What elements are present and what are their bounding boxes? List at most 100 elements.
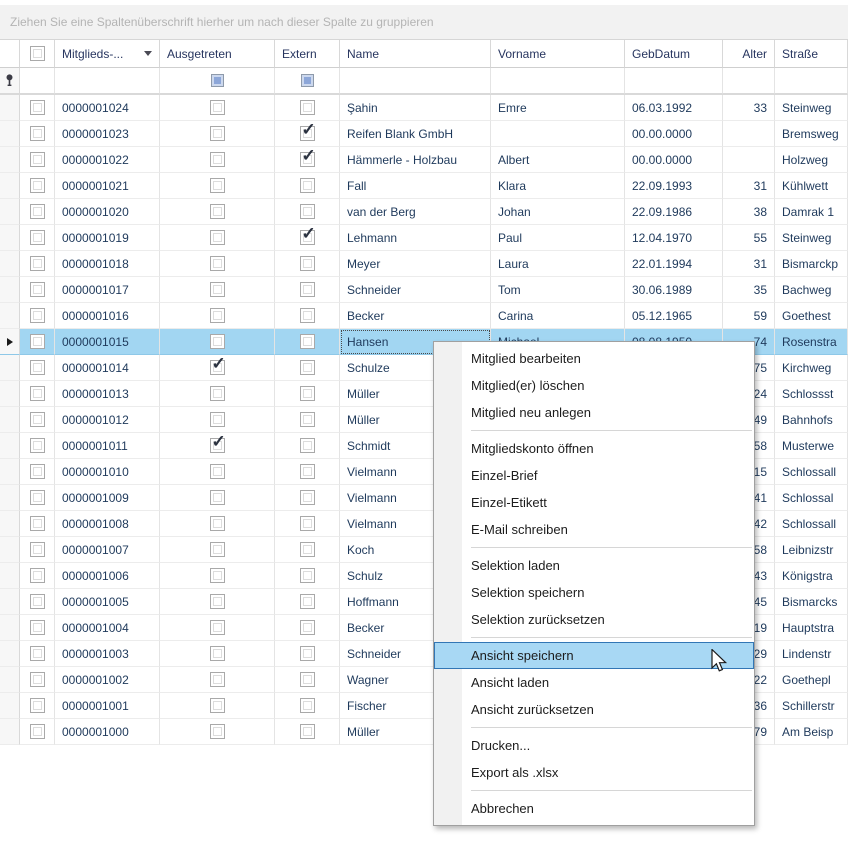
ausgetreten-checkbox[interactable]	[210, 204, 225, 219]
table-row[interactable]: 0000001020van der BergJohan22.09.198638D…	[0, 199, 848, 225]
cell-name[interactable]: Reifen Blank GmbH	[340, 121, 491, 147]
cell-extern[interactable]	[275, 225, 340, 251]
row-select-checkbox[interactable]	[30, 412, 45, 427]
cell-strasse[interactable]: Kirchweg	[775, 355, 848, 381]
row-select-checkbox[interactable]	[30, 568, 45, 583]
cell-ausgetreten[interactable]	[160, 329, 275, 355]
ausgetreten-checkbox[interactable]	[210, 256, 225, 271]
ausgetreten-checkbox[interactable]	[210, 594, 225, 609]
cell-ausgetreten[interactable]	[160, 147, 275, 173]
row-select-cell[interactable]	[20, 381, 55, 407]
row-select-cell[interactable]	[20, 459, 55, 485]
row-select-cell[interactable]	[20, 719, 55, 745]
cell-id[interactable]: 0000001022	[55, 147, 160, 173]
extern-checkbox[interactable]	[300, 724, 315, 739]
row-select-checkbox[interactable]	[30, 256, 45, 271]
cell-id[interactable]: 0000001014	[55, 355, 160, 381]
row-select-checkbox[interactable]	[30, 672, 45, 687]
menu-item-ansicht-laden[interactable]: Ansicht laden	[434, 669, 754, 696]
filter-cell-ausgetreten[interactable]	[160, 68, 275, 94]
filter-cell-vorname[interactable]	[491, 68, 625, 94]
cell-extern[interactable]	[275, 693, 340, 719]
extern-checkbox[interactable]	[300, 282, 315, 297]
extern-checkbox[interactable]	[300, 256, 315, 271]
ausgetreten-checkbox[interactable]	[210, 178, 225, 193]
row-select-checkbox[interactable]	[30, 516, 45, 531]
cell-ausgetreten[interactable]	[160, 121, 275, 147]
cell-extern[interactable]	[275, 199, 340, 225]
cell-id[interactable]: 0000001005	[55, 589, 160, 615]
cell-vorname[interactable]: Carina	[491, 303, 625, 329]
cell-extern[interactable]	[275, 329, 340, 355]
cell-strasse[interactable]: Rosenstra	[775, 329, 848, 355]
row-select-cell[interactable]	[20, 511, 55, 537]
ausgetreten-checkbox[interactable]	[210, 646, 225, 661]
cell-ausgetreten[interactable]	[160, 485, 275, 511]
menu-item-selektion-laden[interactable]: Selektion laden	[434, 552, 754, 579]
cell-id[interactable]: 0000001015	[55, 329, 160, 355]
ausgetreten-checkbox[interactable]	[210, 698, 225, 713]
cell-strasse[interactable]: Am Beisp	[775, 719, 848, 745]
extern-checkbox[interactable]	[300, 464, 315, 479]
cell-strasse[interactable]: Steinweg	[775, 95, 848, 121]
extern-checkbox[interactable]	[300, 100, 315, 115]
cell-vorname[interactable]: Paul	[491, 225, 625, 251]
cell-alter[interactable]: 59	[723, 303, 775, 329]
cell-extern[interactable]	[275, 667, 340, 693]
cell-extern[interactable]	[275, 537, 340, 563]
column-header-geb[interactable]: GebDatum	[625, 40, 723, 68]
row-select-cell[interactable]	[20, 563, 55, 589]
filter-cell-name[interactable]	[340, 68, 491, 94]
cell-id[interactable]: 0000001016	[55, 303, 160, 329]
cell-alter[interactable]: 33	[723, 95, 775, 121]
row-select-cell[interactable]	[20, 251, 55, 277]
cell-extern[interactable]	[275, 641, 340, 667]
cell-extern[interactable]	[275, 511, 340, 537]
cell-extern[interactable]	[275, 615, 340, 641]
extern-checkbox[interactable]	[300, 126, 315, 141]
row-select-checkbox[interactable]	[30, 646, 45, 661]
row-select-cell[interactable]	[20, 693, 55, 719]
cell-geb[interactable]: 30.06.1989	[625, 277, 723, 303]
cell-alter[interactable]	[723, 121, 775, 147]
row-select-cell[interactable]	[20, 95, 55, 121]
cell-name[interactable]: Hämmerle - Holzbau	[340, 147, 491, 173]
row-select-checkbox[interactable]	[30, 724, 45, 739]
ausgetreten-checkbox[interactable]	[210, 724, 225, 739]
cell-extern[interactable]	[275, 121, 340, 147]
extern-checkbox[interactable]	[300, 152, 315, 167]
filter-cell-extern[interactable]	[275, 68, 340, 94]
cell-geb[interactable]: 12.04.1970	[625, 225, 723, 251]
cell-name[interactable]: van der Berg	[340, 199, 491, 225]
column-header-strasse[interactable]: Straße	[775, 40, 848, 68]
cell-strasse[interactable]: Königstra	[775, 563, 848, 589]
cell-id[interactable]: 0000001000	[55, 719, 160, 745]
cell-strasse[interactable]: Holzweg	[775, 147, 848, 173]
row-select-cell[interactable]	[20, 147, 55, 173]
cell-id[interactable]: 0000001002	[55, 667, 160, 693]
row-select-checkbox[interactable]	[30, 594, 45, 609]
row-select-cell[interactable]	[20, 537, 55, 563]
cell-extern[interactable]	[275, 563, 340, 589]
menu-item-mitglied-er-löschen[interactable]: Mitglied(er) löschen	[434, 372, 754, 399]
extern-checkbox[interactable]	[300, 516, 315, 531]
table-row[interactable]: 0000001018MeyerLaura22.01.199431Bismarck…	[0, 251, 848, 277]
row-select-cell[interactable]	[20, 615, 55, 641]
column-header-id[interactable]: Mitglieds-...	[55, 40, 160, 68]
ausgetreten-checkbox[interactable]	[210, 412, 225, 427]
ausgetreten-checkbox[interactable]	[210, 230, 225, 245]
cell-geb[interactable]: 22.09.1993	[625, 173, 723, 199]
cell-ausgetreten[interactable]	[160, 537, 275, 563]
row-select-cell[interactable]	[20, 485, 55, 511]
cell-vorname[interactable]: Tom	[491, 277, 625, 303]
table-row[interactable]: 0000001022Hämmerle - HolzbauAlbert00.00.…	[0, 147, 848, 173]
row-select-checkbox[interactable]	[30, 334, 45, 349]
cell-id[interactable]: 0000001018	[55, 251, 160, 277]
cell-geb[interactable]: 00.00.0000	[625, 147, 723, 173]
menu-item-ansicht-zurücksetzen[interactable]: Ansicht zurücksetzen	[434, 696, 754, 723]
menu-item-selektion-zurücksetzen[interactable]: Selektion zurücksetzen	[434, 606, 754, 633]
row-select-cell[interactable]	[20, 329, 55, 355]
cell-id[interactable]: 0000001011	[55, 433, 160, 459]
cell-name[interactable]: Schneider	[340, 277, 491, 303]
row-select-checkbox[interactable]	[30, 620, 45, 635]
